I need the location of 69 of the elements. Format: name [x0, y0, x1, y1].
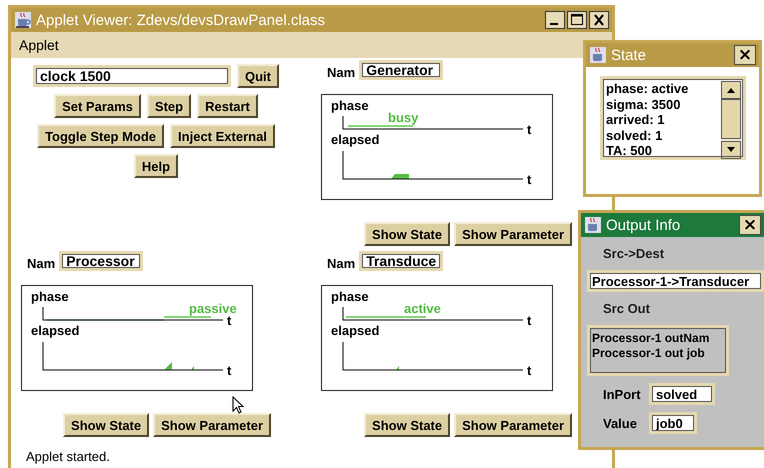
inport-label: InPort [603, 386, 642, 402]
src-dest-field[interactable]: Processor-1->Transducer [587, 270, 764, 292]
window-title: State [611, 46, 646, 64]
window-title: Applet Viewer: Zdevs/devsDrawPanel.class [36, 12, 326, 28]
coffee-cup-icon [14, 11, 32, 29]
name-label: Nam [27, 256, 56, 270]
time-axis-label: t [527, 363, 532, 378]
control-button[interactable]: Inject External [170, 124, 275, 148]
elapsed-axis-label: elapsed [331, 132, 380, 147]
model-name-field[interactable]: Transduce [359, 251, 444, 271]
model-button[interactable]: Show State [364, 413, 450, 437]
elapsed-mark [191, 366, 194, 370]
model-button[interactable]: Show State [63, 413, 150, 437]
src-out-label: Src Out [603, 301, 650, 316]
menu-item[interactable]: Applet [19, 37, 59, 53]
control-button[interactable]: Step [146, 94, 192, 118]
state-line: solved: 1 [606, 128, 664, 144]
src-out-line: Processor-1 out job [592, 346, 706, 361]
window-title: Output Info [606, 216, 680, 234]
minimize-icon[interactable] [545, 11, 565, 29]
command-field[interactable]: clock 1500 [33, 65, 231, 87]
status-text: Applet started. [25, 449, 111, 466]
src-out-area[interactable]: Processor-1 outNam Processor-1 out job [587, 325, 729, 376]
phase-value: busy [388, 110, 418, 125]
time-axis-label: t [527, 313, 532, 328]
pointer-icon [232, 396, 244, 414]
coffee-cup-icon [589, 46, 607, 64]
control-button[interactable]: Set Params [54, 94, 141, 118]
model-name-field[interactable]: Processor [59, 251, 144, 271]
control-button[interactable]: Toggle Step Mode [37, 124, 164, 148]
quit-button[interactable]: Quit [237, 64, 279, 88]
state-line: sigma: 3500 [606, 96, 682, 112]
time-axis-label: t [527, 172, 532, 187]
scrollbar[interactable] [721, 81, 741, 159]
time-axis-label: t [227, 313, 232, 328]
phase-value: active [404, 301, 441, 316]
elapsed-mark [164, 362, 172, 370]
name-label: Nam [327, 64, 356, 80]
value-field[interactable]: job0 [649, 412, 697, 434]
src-out-line: Processor-1 outNam [592, 331, 710, 346]
model-button[interactable]: Show Parameter [454, 222, 572, 246]
model-button[interactable]: Show State [364, 222, 450, 246]
elapsed-mark [391, 174, 409, 179]
control-button[interactable]: Help [134, 154, 178, 178]
elapsed-mark [396, 366, 399, 370]
model-name-field[interactable]: Generator [359, 60, 444, 80]
phase-value: passive [189, 301, 237, 316]
elapsed-axis-label: elapsed [31, 323, 80, 338]
inport-field[interactable]: solved [649, 383, 715, 405]
control-button[interactable]: Restart [197, 94, 258, 118]
state-line: TA: 500 [606, 143, 653, 159]
close-button[interactable]: × [739, 215, 761, 235]
elapsed-axis-label: elapsed [331, 323, 380, 338]
coffee-cup-icon [584, 216, 602, 234]
model-button[interactable]: Show Parameter [454, 413, 572, 437]
phase-axis-label: phase [31, 289, 69, 304]
model-button[interactable]: Show Parameter [153, 413, 271, 437]
name-label: Nam [327, 256, 356, 270]
phase-axis-label: phase [331, 289, 369, 304]
state-line: arrived: 1 [606, 112, 666, 128]
close-icon[interactable] [589, 11, 609, 29]
maximize-icon[interactable] [567, 11, 587, 29]
src-dest-label: Src->Dest [603, 246, 664, 261]
close-button[interactable]: × [734, 45, 756, 65]
phase-axis-label: phase [331, 98, 369, 113]
value-label: Value [603, 416, 638, 430]
state-line: phase: active [606, 81, 690, 97]
time-axis-label: t [527, 122, 532, 137]
time-axis-label: t [227, 363, 232, 378]
